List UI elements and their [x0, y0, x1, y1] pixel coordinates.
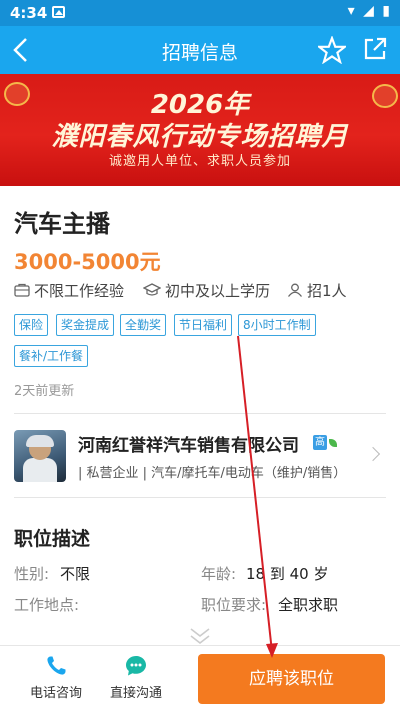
gender-value: 不限 — [60, 565, 91, 583]
company-name: 河南红誉祥汽车销售有限公司 — [78, 436, 299, 456]
chat-bubble-icon — [126, 656, 146, 676]
company-logo — [14, 430, 66, 482]
star-outline-icon[interactable] — [318, 36, 346, 64]
promo-banner[interactable]: 2026年 濮阳春风行动专场招聘月 诚邀用人单位、求职人员参加 — [0, 74, 400, 186]
benefit-tag: 保险 — [14, 314, 49, 336]
divider — [14, 497, 386, 498]
banner-subtitle: 诚邀用人单位、求职人员参加 — [108, 154, 291, 169]
person-icon — [287, 283, 303, 297]
updated-time: 2天前更新 — [14, 384, 75, 399]
leaf-icon — [329, 439, 337, 447]
benefit-tag: 8小时工作制 — [238, 314, 316, 336]
requirement-education-text: 初中及以上学历 — [165, 282, 271, 300]
benefit-tag: 餐补/工作餐 — [14, 345, 89, 367]
status-time: 4:34 — [10, 4, 48, 22]
bottom-action-bar: 电话咨询 直接沟通 应聘该职位 — [0, 645, 400, 711]
divider — [14, 413, 386, 414]
gender-label: 性别: — [14, 565, 50, 583]
requirement-label: 职位要求: — [201, 596, 267, 614]
location-label: 工作地点: — [14, 596, 80, 614]
age-label: 年龄: — [201, 565, 237, 583]
requirement-headcount-text: 招1人 — [307, 282, 347, 300]
banner-headline: 濮阳春风行动专场招聘月 — [51, 122, 349, 152]
logo-figure-hat — [26, 435, 54, 447]
verified-badge: 高 — [313, 435, 327, 450]
section-title-description: 职位描述 — [14, 528, 91, 550]
requirement-experience: 不限工作经验 — [14, 280, 124, 301]
apply-job-button[interactable]: 应聘该职位 — [198, 654, 385, 704]
direct-chat-label: 直接沟通 — [109, 686, 162, 701]
requirement-education: 初中及以上学历 — [142, 280, 271, 301]
phone-consult-button[interactable]: 电话咨询 — [16, 654, 96, 701]
requirement-value: 全职求职 — [278, 596, 339, 614]
image-notification-icon — [52, 6, 65, 18]
phone-consult-label: 电话咨询 — [29, 686, 82, 701]
benefit-tag: 奖金提成 — [56, 314, 115, 336]
age-value: 18 到 40 岁 — [246, 565, 329, 583]
logo-figure-body — [23, 458, 57, 482]
chevron-right-icon[interactable] — [365, 446, 381, 462]
share-icon[interactable] — [362, 36, 388, 62]
status-bar: 4:34 ▾ ◢ ▮ — [0, 0, 400, 26]
requirement-experience-text: 不限工作经验 — [34, 282, 125, 300]
salary: 3000-5000元 — [14, 250, 161, 274]
briefcase-icon — [14, 283, 30, 297]
title-bar: 招聘信息 — [0, 26, 400, 74]
requirement-headcount: 招1人 — [287, 280, 347, 301]
benefit-tag: 节日福利 — [174, 314, 233, 336]
job-title: 汽车主播 — [14, 210, 110, 238]
company-meta: | 私营企业 | 汽车/摩托车/电动车（维护/销售） — [78, 466, 347, 481]
graduation-cap-icon — [142, 283, 162, 296]
benefit-tag: 全勤奖 — [120, 314, 167, 336]
status-icons: ▾ ◢ ▮ — [347, 3, 392, 19]
direct-chat-button[interactable]: 直接沟通 — [96, 654, 176, 701]
phone-icon — [47, 656, 66, 675]
